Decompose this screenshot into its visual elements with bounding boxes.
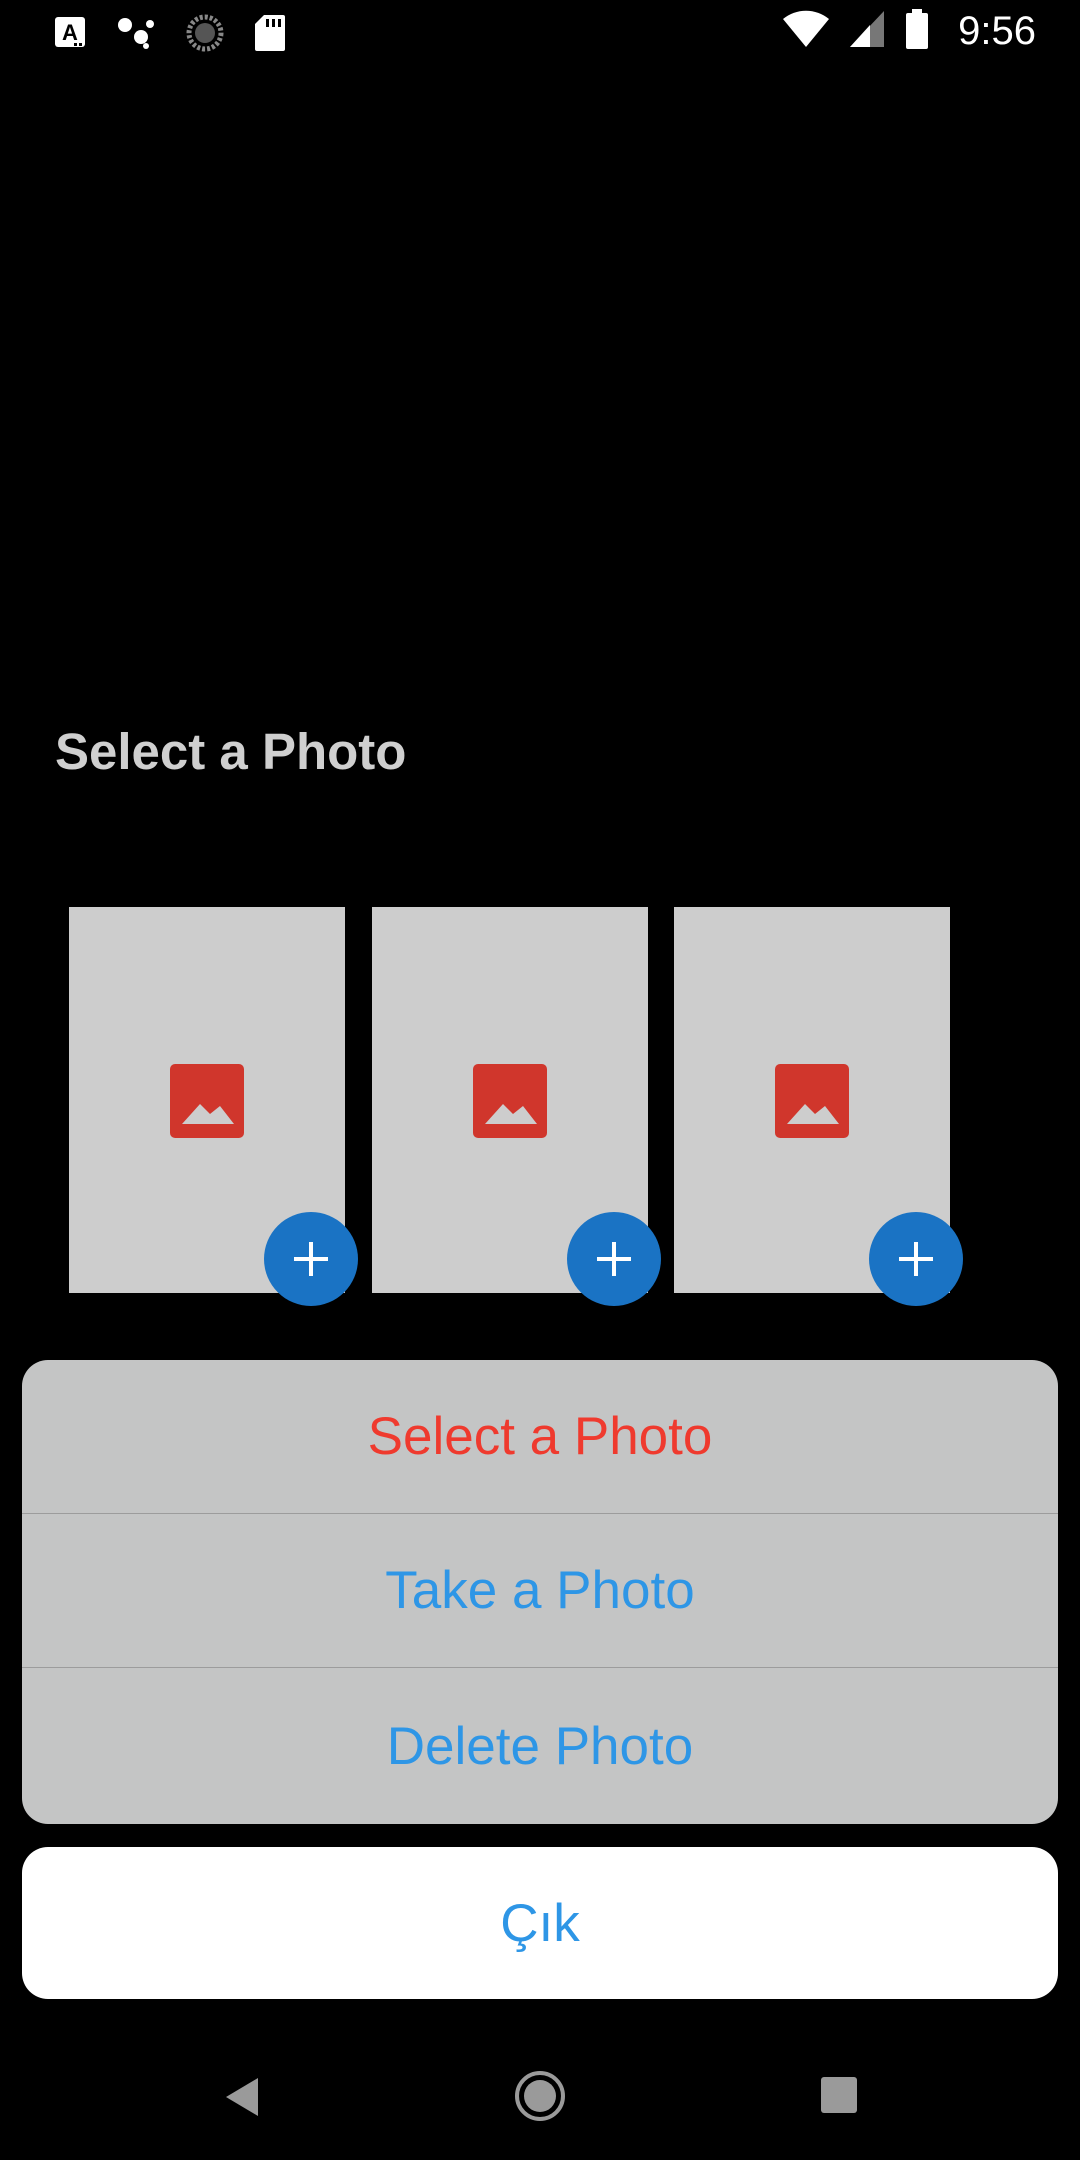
status-bar-right: 9:56 <box>782 8 1036 55</box>
screen: A 9:56 Select a Photo Select a Photo Tak… <box>0 0 1080 2160</box>
assistant-dots-icon <box>116 16 156 55</box>
page-title: Select a Photo <box>55 723 407 780</box>
take-photo-option[interactable]: Take a Photo <box>22 1514 1058 1668</box>
status-bar-left: A <box>54 14 286 57</box>
text-a-icon: A <box>54 16 86 55</box>
image-placeholder-icon <box>775 1064 849 1138</box>
image-placeholder-icon <box>170 1064 244 1138</box>
delete-photo-option[interactable]: Delete Photo <box>22 1668 1058 1824</box>
wifi-icon <box>782 9 830 54</box>
add-photo-button[interactable] <box>869 1212 963 1306</box>
home-icon[interactable] <box>514 2070 566 2127</box>
status-time: 9:56 <box>958 9 1036 53</box>
cell-signal-icon <box>848 9 886 54</box>
add-photo-button[interactable] <box>264 1212 358 1306</box>
plus-icon <box>597 1242 631 1276</box>
back-icon[interactable] <box>224 2076 260 2123</box>
cancel-button[interactable]: Çık <box>22 1847 1058 1999</box>
status-bar: A 9:56 <box>0 0 1080 66</box>
navigation-bar <box>0 2040 1080 2160</box>
sync-progress-icon <box>186 14 224 57</box>
battery-icon <box>904 8 930 55</box>
plus-icon <box>294 1242 328 1276</box>
add-photo-button[interactable] <box>567 1212 661 1306</box>
select-photo-option[interactable]: Select a Photo <box>22 1360 1058 1514</box>
recents-icon[interactable] <box>820 2076 858 2119</box>
sd-card-icon <box>254 14 286 57</box>
svg-text:A: A <box>62 20 78 45</box>
action-sheet: Select a Photo Take a Photo Delete Photo <box>22 1360 1058 1824</box>
plus-icon <box>899 1242 933 1276</box>
image-placeholder-icon <box>473 1064 547 1138</box>
